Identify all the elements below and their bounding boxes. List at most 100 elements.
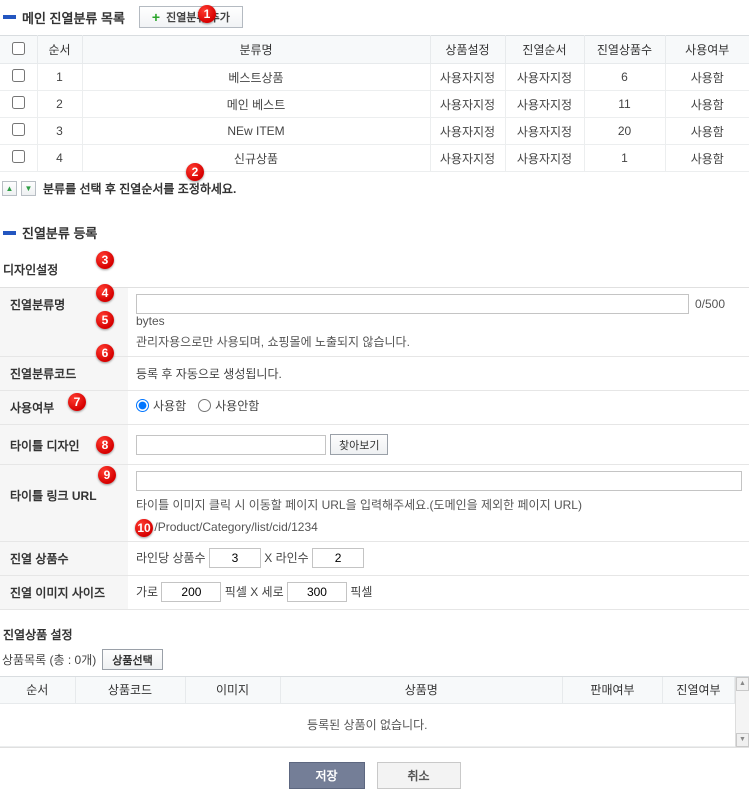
cell-product-count: 6 [584,64,665,91]
image-height-input[interactable] [287,582,347,602]
annotation-badge-2: 2 [186,163,204,181]
link-help-line2: 예) /Product/Category/list/cid/1234 [136,518,743,535]
table-row: 1 베스트상품 사용자지정 사용자지정 6 사용함 [0,64,749,91]
scroll-down-icon[interactable]: ▼ [736,733,749,747]
annotation-badge-10: 10 [135,519,153,537]
cell-product-setting: 사용자지정 [430,145,505,172]
category-table-header-row: 순서 분류명 상품설정 진열순서 진열상품수 사용여부 [0,36,749,64]
cell-use-status: 사용함 [665,91,749,118]
category-list-title: 메인 진열분류 목록 [22,8,125,27]
annotation-badge-7: 7 [68,393,86,411]
col-product-code: 상품코드 [75,677,185,703]
product-list-count: 상품목록 (총 : 0개) [2,651,96,668]
table-row: 4 신규상품 사용자지정 사용자지정 1 사용함 [0,145,749,172]
reorder-hint: 분류를 선택 후 진열순서를 조정하세요. [43,180,236,197]
select-product-button[interactable]: 상품선택 [102,649,162,670]
browse-button[interactable]: 찾아보기 [330,434,388,455]
use-off-radio[interactable] [198,399,211,412]
add-category-button[interactable]: + 진열분류 추가 [139,6,243,28]
annotation-badge-1: 1 [198,5,216,23]
col-product-setting: 상품설정 [430,36,505,64]
move-up-button[interactable]: ▲ [2,181,17,196]
image-width-input[interactable] [161,582,221,602]
arrow-down-icon: ▼ [25,184,33,193]
cell-product-count: 11 [584,91,665,118]
col-product-count: 진열상품수 [584,36,665,64]
code-value: 등록 후 자동으로 생성됩니다. [128,357,749,390]
cell-display-order: 사용자지정 [505,145,584,172]
plus-icon: + [152,10,160,24]
col-display-order: 진열순서 [505,36,584,64]
annotation-badge-5: 5 [96,311,114,329]
annotation-badge-4: 4 [96,284,114,302]
row-checkbox[interactable] [12,69,25,82]
form-row-code: 진열분류코드 등록 후 자동으로 생성됩니다. [0,357,749,391]
register-title: 진열분류 등록 [22,223,97,242]
cell-category-name: 신규상품 [82,145,430,172]
form-row-image-size: 진열 이미지 사이즈 가로 픽셀 X 세로 픽셀 [0,576,749,610]
cell-order: 3 [37,118,82,145]
select-all-checkbox[interactable] [12,42,25,55]
cell-product-setting: 사용자지정 [430,91,505,118]
col-seq: 순서 [0,677,75,703]
footer-actions: 저장 취소 [0,762,749,789]
empty-message: 등록된 상품이 없습니다. [0,703,735,747]
cell-display-order: 사용자지정 [505,64,584,91]
cell-use-status: 사용함 [665,145,749,172]
code-label: 진열분류코드 [0,357,128,390]
section-marker-icon [3,15,16,19]
cell-category-name: 베스트상품 [82,64,430,91]
empty-row: 등록된 상품이 없습니다. [0,703,735,747]
arrow-up-icon: ▲ [6,184,14,193]
annotation-badge-8: 8 [96,436,114,454]
link-help-line1: 타이틀 이미지 클릭 시 이동할 페이지 URL을 입력해주세요.(도메인을 제… [136,496,743,513]
link-url-input[interactable] [136,471,742,491]
col-use-status: 사용여부 [665,36,749,64]
cell-display-order: 사용자지정 [505,118,584,145]
cancel-button[interactable]: 취소 [377,762,461,789]
col-sale-status: 판매여부 [563,677,663,703]
col-product-name: 상품명 [280,677,563,703]
product-section-title: 진열상품 설정 [0,626,749,643]
row-checkbox[interactable] [12,123,25,136]
product-table: 순서 상품코드 이미지 상품명 판매여부 진열여부 등록된 상품이 없습니다. [0,677,735,747]
cell-order: 1 [37,64,82,91]
name-help-text: 관리자용으로만 사용되며, 쇼핑몰에 노출되지 않습니다. [136,333,743,350]
per-line-input[interactable] [209,548,261,568]
image-size-label: 진열 이미지 사이즈 [0,576,128,609]
save-button[interactable]: 저장 [289,762,365,789]
table-row: 2 메인 베스트 사용자지정 사용자지정 11 사용함 [0,91,749,118]
scroll-up-icon[interactable]: ▲ [736,677,749,691]
category-name-input[interactable] [136,294,689,314]
form-row-product-count: 진열 상품수 라인당 상품수 X 라인수 [0,542,749,576]
lines-label: X 라인수 [264,551,308,565]
scrollbar[interactable]: ▲ ▼ [735,677,749,747]
title-design-input[interactable] [136,435,326,455]
lines-input[interactable] [312,548,364,568]
cell-product-setting: 사용자지정 [430,64,505,91]
product-table-container: 순서 상품코드 이미지 상품명 판매여부 진열여부 등록된 상품이 없습니다. … [0,676,749,748]
pixel-label: 픽셀 [350,585,372,599]
cell-use-status: 사용함 [665,118,749,145]
row-checkbox[interactable] [12,150,25,163]
page: 1 2 3 4 5 6 7 8 9 10 메인 진열분류 목록 + 진열분류 추… [0,0,749,656]
product-table-header-row: 순서 상품코드 이미지 상품명 판매여부 진열여부 [0,677,735,703]
col-order: 순서 [37,36,82,64]
move-down-button[interactable]: ▼ [21,181,36,196]
cell-category-name: 메인 베스트 [82,91,430,118]
cell-order: 2 [37,91,82,118]
col-category-name: 분류명 [82,36,430,64]
annotation-badge-6: 6 [96,344,114,362]
cell-display-order: 사용자지정 [505,91,584,118]
annotation-badge-9: 9 [98,466,116,484]
cell-use-status: 사용함 [665,64,749,91]
cell-category-name: NEw ITEM [82,118,430,145]
use-on-radio[interactable] [136,399,149,412]
row-checkbox[interactable] [12,96,25,109]
category-list-title-row: 메인 진열분류 목록 + 진열분류 추가 [0,6,749,28]
annotation-badge-3: 3 [96,251,114,269]
use-label: 사용여부 [0,391,128,424]
per-line-label: 라인당 상품수 [136,551,206,565]
select-all-cell [0,36,37,64]
width-label: 가로 [136,585,158,599]
